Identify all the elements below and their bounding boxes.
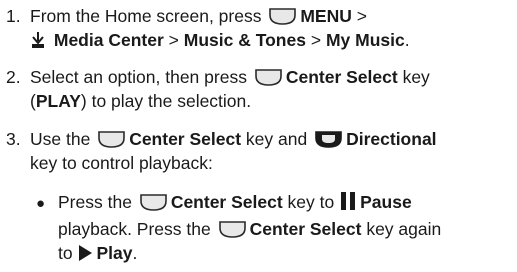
center-select-key-icon: [139, 193, 168, 212]
step-text: key and: [245, 129, 308, 149]
step-text: Use the: [30, 129, 91, 149]
step-3-line-2: key to control playback:: [6, 151, 513, 175]
step-1: 1. From the Home screen, press MENU > Med…: [6, 4, 513, 55]
step-3: 3. Use the Center Select key and Directio…: [6, 127, 513, 175]
step-text: key to control playback:: [30, 153, 213, 173]
center-select-label: Center Select: [285, 67, 398, 87]
step-number: 3.: [6, 129, 21, 149]
center-select-label: Center Select: [129, 129, 242, 149]
directional-label: Directional: [346, 129, 437, 149]
period: .: [404, 30, 410, 50]
bullet-text: key again: [366, 219, 442, 239]
step-number: 1.: [6, 6, 21, 26]
bullet-text: key to: [287, 192, 335, 212]
bullet-text: to: [58, 243, 73, 263]
step-3-line-1: 3. Use the Center Select key and Directio…: [6, 127, 513, 151]
bullet-line-1: ● Press the Center Select key to Pause: [36, 190, 513, 217]
step-text: ) to play the selection.: [80, 91, 252, 111]
step-text: Select an option, then press: [30, 67, 247, 87]
bullet-line-3: to Play.: [36, 241, 513, 268]
center-select-key-icon: [97, 130, 126, 149]
my-music-label: My Music: [325, 30, 405, 50]
step-number: 2.: [6, 67, 21, 87]
play-label: PLAY: [35, 91, 81, 111]
media-center-icon: [30, 31, 46, 55]
bullet-icon: ●: [36, 195, 46, 212]
center-select-key-icon: [254, 68, 283, 87]
bullet-text: Press the: [58, 192, 132, 212]
pause-icon: [339, 191, 357, 217]
media-center-label: Media Center: [53, 30, 164, 50]
separator: >: [356, 6, 367, 26]
step-2: 2. Select an option, then press Center Se…: [6, 65, 513, 113]
period: .: [132, 243, 138, 263]
center-select-label: Center Select: [249, 219, 362, 239]
music-tones-label: Music & Tones: [183, 30, 306, 50]
bullet-text: playback. Press the: [58, 219, 211, 239]
step-text: key: [402, 67, 430, 87]
instruction-page: 1. From the Home screen, press MENU > Med…: [0, 0, 517, 272]
bullet-item: ● Press the Center Select key to Pause pl…: [36, 190, 513, 268]
step-2-line-2: (PLAY) to play the selection.: [6, 89, 513, 113]
play-icon: [77, 244, 93, 268]
step-2-line-1: 2. Select an option, then press Center Se…: [6, 65, 513, 89]
menu-key-icon: [268, 7, 297, 26]
step-1-line-2: Media Center > Music & Tones > My Music.: [6, 28, 513, 55]
menu-label: MENU: [300, 6, 352, 26]
separator: >: [310, 30, 322, 50]
play-label: Play: [96, 243, 133, 263]
pause-label: Pause: [360, 192, 412, 212]
separator: >: [168, 30, 179, 50]
step-text: From the Home screen, press: [30, 6, 262, 26]
step-1-line-1: 1. From the Home screen, press MENU >: [6, 4, 513, 28]
center-select-label: Center Select: [170, 192, 283, 212]
center-select-key-icon: [218, 220, 247, 239]
bullet-line-2: playback. Press the Center Select key ag…: [36, 217, 513, 241]
directional-key-icon: [314, 130, 343, 149]
